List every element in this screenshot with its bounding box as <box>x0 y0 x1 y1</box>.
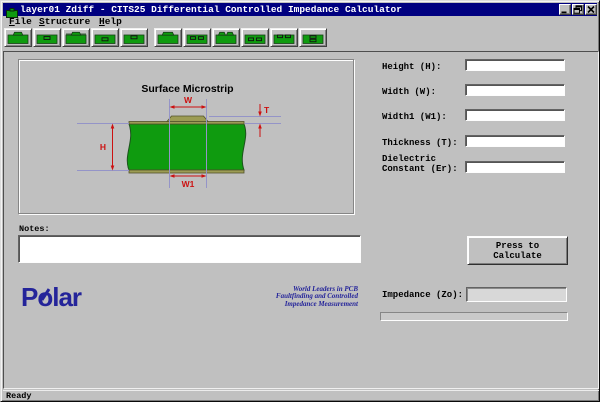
offset-stripline-icon <box>122 30 146 46</box>
tagline-line: Impedance Measurement <box>238 301 358 308</box>
minimize-button[interactable] <box>559 4 571 15</box>
menu-structure[interactable]: Structure <box>39 16 90 27</box>
toolbar-button-diff-surface-microstrip[interactable] <box>154 28 182 47</box>
app-window: layer01 Zdiff - CITS25 Differential Cont… <box>0 0 600 402</box>
polar-logo: Polar <box>21 282 81 313</box>
thickness-input[interactable] <box>465 135 565 147</box>
stripline-icon <box>93 30 117 46</box>
impedance-label: Impedance (Zo): <box>382 290 463 300</box>
diff-surface-pair-icon <box>272 30 296 46</box>
toolbar-button-coated-microstrip[interactable] <box>62 28 90 47</box>
width1-input[interactable] <box>465 109 565 121</box>
calculate-button[interactable]: Press to Calculate <box>467 236 568 265</box>
dielectric-constant-input[interactable] <box>465 161 565 173</box>
surface-microstrip-diagram: W T H W1 Surface Microstrip <box>19 60 353 213</box>
title-bar: layer01 Zdiff - CITS25 Differential Cont… <box>3 3 597 16</box>
polar-logo-text: Polar <box>21 282 81 312</box>
diff-coated-microstrip-icon <box>214 30 238 46</box>
toolbar-button-diff-stripline[interactable] <box>241 28 269 47</box>
status-text: Ready <box>6 391 32 401</box>
toolbar-button-diff-coated-microstrip[interactable] <box>212 28 240 47</box>
diff-stripline-icon <box>243 30 267 46</box>
toolbar-button-diff-surface-pair[interactable] <box>270 28 298 47</box>
window-title: layer01 Zdiff - CITS25 Differential Cont… <box>20 4 402 15</box>
calculate-button-label: Press to Calculate <box>485 241 551 261</box>
restore-icon <box>573 5 583 14</box>
diagram-title: Surface Microstrip <box>141 83 233 95</box>
thickness-label: Thickness (T): <box>382 138 468 148</box>
structure-diagram-panel: W T H W1 Surface Microstrip <box>18 59 354 214</box>
height-input[interactable] <box>465 59 565 71</box>
impedance-output <box>466 287 567 302</box>
minimize-icon <box>560 5 570 14</box>
width-input[interactable] <box>465 84 565 96</box>
dim-w-label: W <box>184 95 193 105</box>
close-icon <box>586 5 596 14</box>
width1-label: Width1 (W1): <box>382 112 468 122</box>
dielectric-constant-label: Dielectric Constant (Er): <box>382 154 468 174</box>
dim-t-label: T <box>264 105 270 115</box>
brand-tagline: World Leaders in PCB Faultfinding and Co… <box>238 286 358 308</box>
toolbar-button-surface-microstrip[interactable] <box>4 28 32 47</box>
dim-w1-label: W1 <box>182 179 195 189</box>
notes-label: Notes: <box>19 224 50 234</box>
diff-surface-microstrip-icon <box>156 30 180 46</box>
notes-input[interactable] <box>18 235 361 263</box>
status-bar: Ready <box>3 390 599 401</box>
coated-microstrip-icon <box>64 30 88 46</box>
menu-file[interactable]: File <box>9 16 32 27</box>
broadside-stripline-icon <box>301 30 325 46</box>
restore-button[interactable] <box>572 4 584 15</box>
close-button[interactable] <box>585 4 597 15</box>
toolbar-button-offset-stripline[interactable] <box>120 28 148 47</box>
toolbar-button-stripline[interactable] <box>91 28 119 47</box>
toolbar-button-broadside-stripline[interactable] <box>299 28 327 47</box>
height-label: Height (H): <box>382 62 468 72</box>
progress-bar <box>380 312 568 321</box>
diff-embedded-microstrip-icon <box>185 30 209 46</box>
embedded-microstrip-icon <box>35 30 59 46</box>
surface-microstrip-icon <box>6 30 30 46</box>
menu-help[interactable]: Help <box>99 16 122 27</box>
toolbar-button-diff-embedded-microstrip[interactable] <box>183 28 211 47</box>
toolbar-button-embedded-microstrip[interactable] <box>33 28 61 47</box>
dim-h-label: H <box>100 142 106 152</box>
client-area: W T H W1 Surface Microstrip <box>3 51 599 389</box>
width-label: Width (W): <box>382 87 468 97</box>
toolbar <box>4 28 328 49</box>
